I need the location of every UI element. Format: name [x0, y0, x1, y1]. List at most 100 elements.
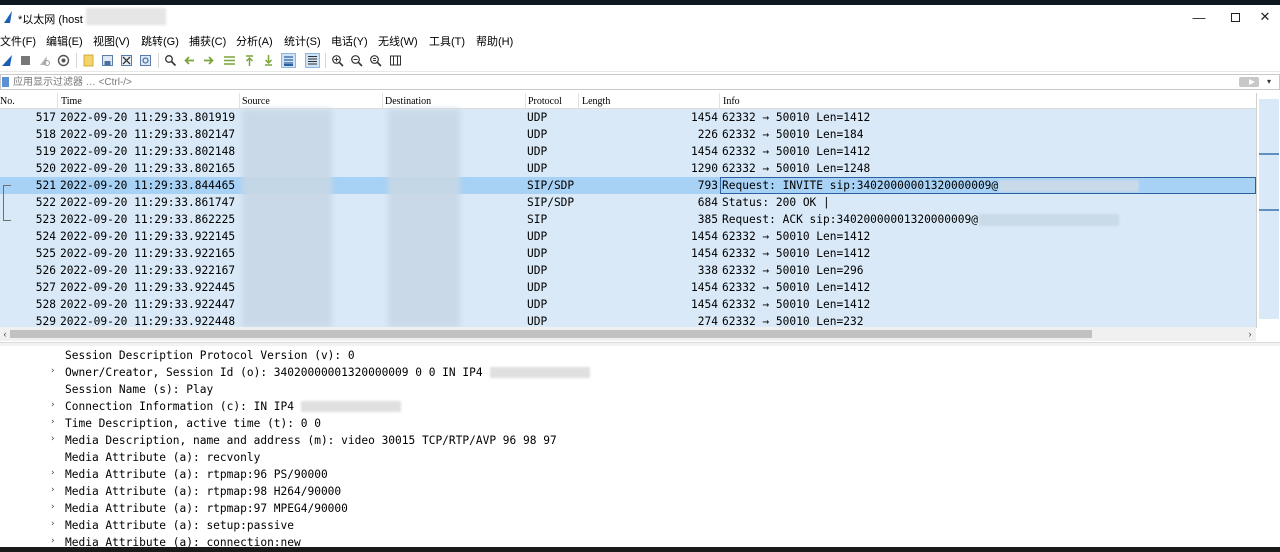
scroll-left-icon[interactable]: ‹	[0, 327, 10, 341]
detail-tree-item[interactable]: › Media Attribute (a): rtpmap:96 PS/90000	[0, 466, 1280, 483]
detail-tree-item[interactable]: › Owner/Creator, Session Id (o): 34020000…	[0, 364, 1280, 381]
column-separator[interactable]	[239, 93, 240, 109]
open-file-icon[interactable]	[81, 53, 96, 68]
detail-tree-item[interactable]: › Time Description, active time (t): 0 0	[0, 415, 1280, 432]
go-to-packet-icon[interactable]	[222, 53, 237, 68]
expand-chevron-icon[interactable]: ›	[50, 485, 55, 495]
menu-edit[interactable]: 编辑(E)	[46, 33, 83, 49]
packet-row[interactable]: 520 2022-09-20 11:29:33.802165 UDP 1290 6233…	[0, 160, 1256, 177]
packet-minimap[interactable]	[1256, 93, 1280, 328]
menu-wireless[interactable]: 无线(W)	[378, 33, 418, 49]
expand-chevron-icon[interactable]: ›	[50, 536, 55, 546]
detail-tree-item[interactable]: Session Description Protocol Version (v)…	[0, 347, 1280, 364]
menu-statistics[interactable]: 统计(S)	[284, 33, 321, 49]
autoscroll-icon[interactable]	[281, 53, 296, 68]
resize-columns-icon[interactable]	[388, 53, 403, 68]
column-header-time[interactable]: Time	[61, 96, 82, 107]
packet-row[interactable]: 528 2022-09-20 11:29:33.922447 UDP 1454 6233…	[0, 296, 1256, 313]
menu-capture[interactable]: 捕获(C)	[189, 33, 226, 49]
packet-no: 527	[35, 281, 56, 294]
bookmark-icon[interactable]	[2, 77, 9, 87]
menu-go[interactable]: 跳转(G)	[141, 33, 179, 49]
filter-dropdown-icon[interactable]: ▾	[1263, 76, 1275, 88]
column-header-destination[interactable]: Destination	[385, 96, 431, 107]
detail-tree-item[interactable]: › Media Attribute (a): connection:new	[0, 534, 1280, 547]
apply-filter-arrow-icon[interactable]	[1239, 77, 1259, 87]
packet-row[interactable]: 523 2022-09-20 11:29:33.862225 SIP 385 Reque…	[0, 211, 1256, 228]
go-forward-icon[interactable]	[201, 53, 216, 68]
packet-protocol: UDP	[527, 162, 548, 175]
column-separator[interactable]	[382, 93, 383, 109]
packet-row[interactable]: 525 2022-09-20 11:29:33.922165 UDP 1454 6233…	[0, 245, 1256, 262]
menu-file[interactable]: 文件(F)	[0, 33, 36, 49]
column-separator[interactable]	[578, 93, 579, 109]
expand-chevron-icon[interactable]: ›	[50, 502, 55, 512]
detail-tree-item[interactable]: › Media Description, name and address (m)…	[0, 432, 1280, 449]
detail-tree-item[interactable]: › Media Attribute (a): rtpmap:97 MPEG4/90…	[0, 500, 1280, 517]
detail-tree-item[interactable]: › Media Attribute (a): rtpmap:98 H264/900…	[0, 483, 1280, 500]
main-toolbar	[0, 50, 1280, 72]
packet-row[interactable]: 524 2022-09-20 11:29:33.922145 UDP 1454 6233…	[0, 228, 1256, 245]
column-header-source[interactable]: Source	[242, 96, 270, 107]
expand-chevron-icon[interactable]: ›	[50, 417, 55, 427]
detail-text: Media Attribute (a): rtpmap:97 MPEG4/900…	[65, 502, 348, 515]
zoom-out-icon[interactable]	[349, 53, 364, 68]
packet-row[interactable]: 517 2022-09-20 11:29:33.801919 UDP 1454 6233…	[0, 109, 1256, 126]
column-separator[interactable]	[525, 93, 526, 109]
packet-list-hscrollbar[interactable]: ‹ ›	[0, 327, 1256, 341]
packet-row[interactable]: 527 2022-09-20 11:29:33.922445 UDP 1454 6233…	[0, 279, 1256, 296]
column-header-length[interactable]: Length	[582, 96, 610, 107]
packet-row[interactable]: 526 2022-09-20 11:29:33.922167 UDP 338 62332…	[0, 262, 1256, 279]
detail-tree-item[interactable]: Media Attribute (a): recvonly	[0, 449, 1280, 466]
go-last-icon[interactable]	[261, 53, 276, 68]
column-separator[interactable]	[719, 93, 720, 109]
expand-chevron-icon[interactable]: ›	[50, 468, 55, 478]
packet-time: 2022-09-20 11:29:33.844465	[60, 179, 236, 192]
hscroll-thumb[interactable]	[10, 330, 1092, 338]
colorize-icon[interactable]	[305, 53, 320, 68]
detail-tree-item[interactable]: › Connection Information (c): IN IP4	[0, 398, 1280, 415]
restart-icon[interactable]	[37, 53, 52, 68]
reload-file-icon[interactable]	[138, 53, 153, 68]
detail-text: Session Description Protocol Version (v)…	[65, 349, 355, 362]
menu-telephony[interactable]: 电话(Y)	[331, 33, 368, 49]
scroll-right-icon[interactable]: ›	[1245, 327, 1255, 341]
packet-row[interactable]: 529 2022-09-20 11:29:33.922448 UDP 274 62332…	[0, 313, 1256, 328]
menu-tools[interactable]: 工具(T)	[429, 33, 465, 49]
detail-text: Media Attribute (a): rtpmap:96 PS/90000	[65, 468, 328, 481]
expand-chevron-icon[interactable]: ›	[50, 400, 55, 410]
go-back-icon[interactable]	[182, 53, 197, 68]
column-header-no[interactable]: No.	[0, 96, 15, 107]
go-first-icon[interactable]	[242, 53, 257, 68]
packet-length: 1290	[691, 162, 718, 175]
menu-view[interactable]: 视图(V)	[93, 33, 130, 49]
menu-help[interactable]: 帮助(H)	[476, 33, 513, 49]
detail-tree-item[interactable]: › Media Attribute (a): setup:passive	[0, 517, 1280, 534]
packet-row[interactable]: 519 2022-09-20 11:29:33.802148 UDP 1454 6233…	[0, 143, 1256, 160]
detail-tree-item[interactable]: Session Name (s): Play	[0, 381, 1280, 398]
expand-chevron-icon[interactable]: ›	[50, 519, 55, 529]
menu-analyze[interactable]: 分析(A)	[236, 33, 273, 49]
expand-chevron-icon[interactable]: ›	[50, 366, 55, 376]
close-button[interactable]: ✕	[1242, 5, 1280, 29]
packet-time: 2022-09-20 11:29:33.801919	[60, 111, 236, 124]
save-file-icon[interactable]	[100, 53, 115, 68]
capture-options-icon[interactable]	[56, 53, 71, 68]
display-filter-input[interactable]	[13, 75, 1233, 89]
column-header-info[interactable]: Info	[723, 96, 740, 107]
find-packet-icon[interactable]	[163, 53, 178, 68]
zoom-normal-icon[interactable]	[368, 53, 383, 68]
packet-time: 2022-09-20 11:29:33.922445	[60, 281, 236, 294]
packet-row[interactable]: 522 2022-09-20 11:29:33.861747 SIP/SDP 684 S…	[0, 194, 1256, 211]
redacted-sip-host	[978, 214, 1119, 226]
column-header-protocol[interactable]: Protocol	[528, 96, 562, 107]
expand-chevron-icon[interactable]: ›	[50, 434, 55, 444]
pane-splitter[interactable]	[0, 342, 1280, 346]
shark-fin-start-icon[interactable]	[0, 53, 15, 68]
packet-row[interactable]: 518 2022-09-20 11:29:33.802147 UDP 226 62332…	[0, 126, 1256, 143]
zoom-in-icon[interactable]	[330, 53, 345, 68]
column-separator[interactable]	[57, 93, 58, 109]
packet-row[interactable]: 521 2022-09-20 11:29:33.844465 SIP/SDP 793 R…	[0, 177, 1256, 194]
close-file-icon[interactable]	[119, 53, 134, 68]
stop-icon[interactable]	[18, 53, 33, 68]
